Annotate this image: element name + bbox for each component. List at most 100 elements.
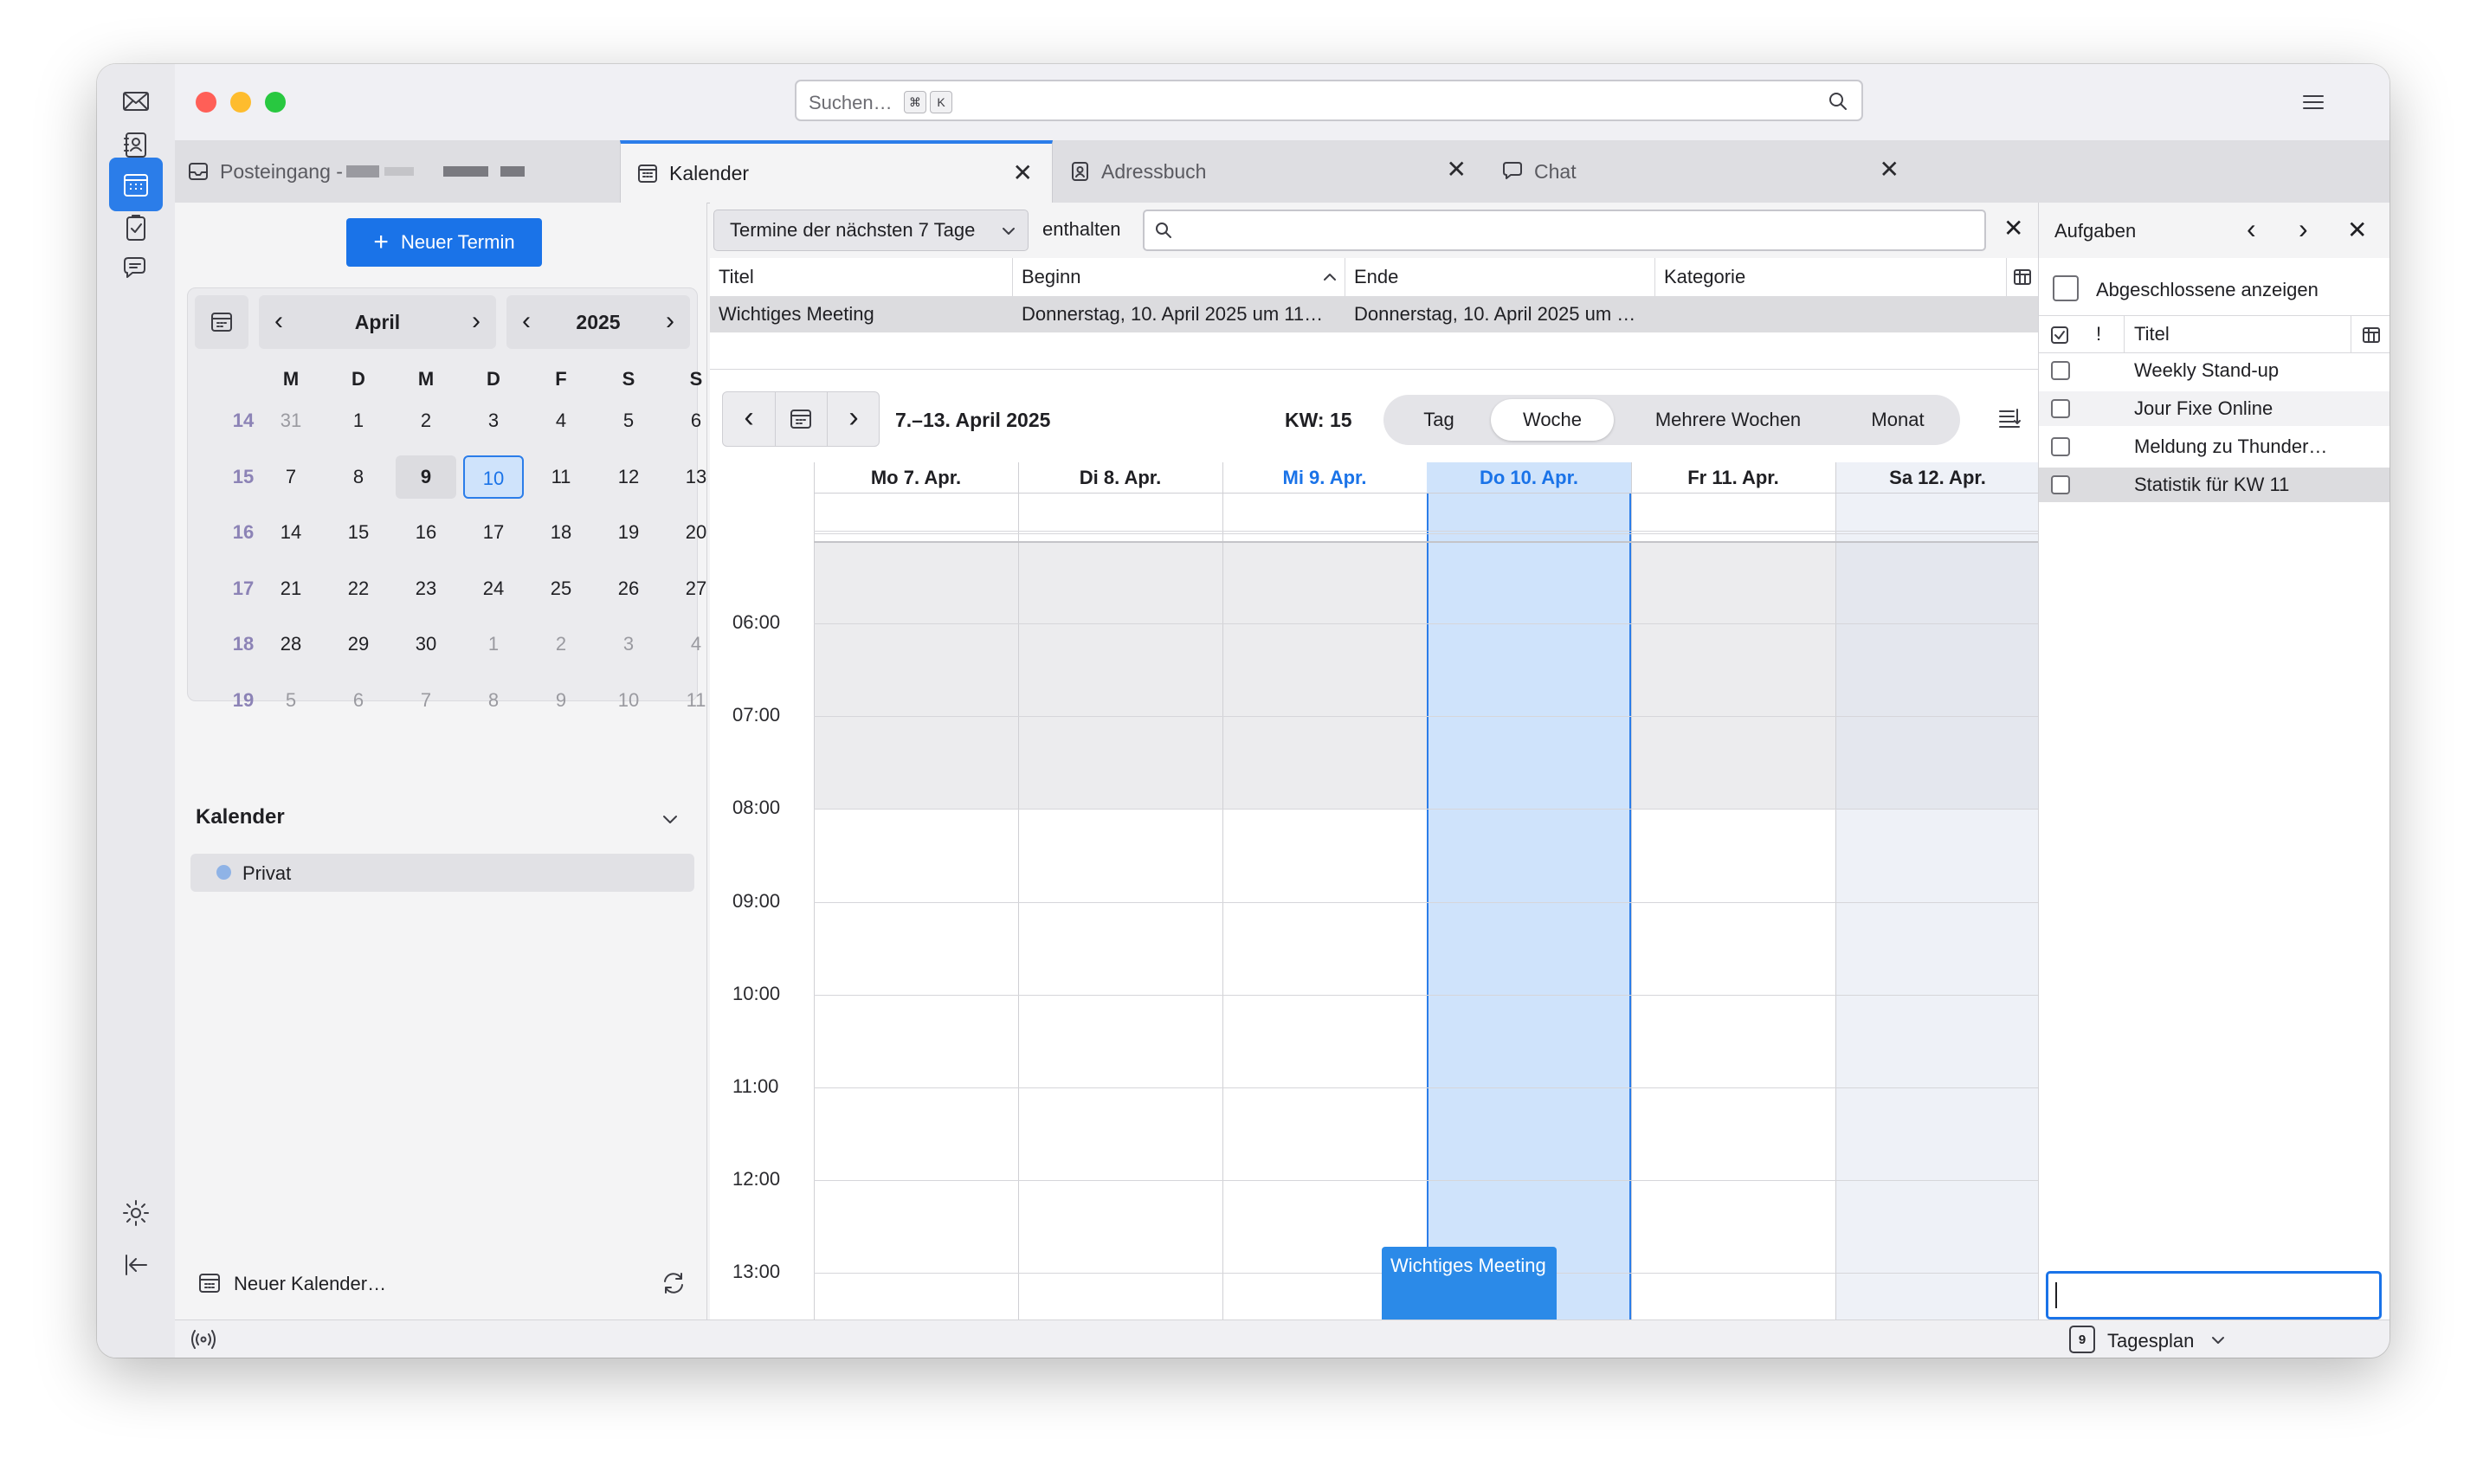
- day-cell[interactable]: 9: [396, 455, 456, 499]
- day-cell[interactable]: 1: [328, 399, 389, 442]
- day-cell[interactable]: 3: [463, 399, 524, 442]
- tab-kalender[interactable]: Kalender ✕: [620, 140, 1053, 203]
- day-cell[interactable]: 21: [261, 567, 321, 610]
- prev-week-icon[interactable]: ‹: [723, 392, 775, 446]
- view-day-button[interactable]: Tag: [1390, 399, 1487, 441]
- event-list-row[interactable]: Wichtiges Meeting Donnerstag, 10. April …: [710, 296, 2038, 332]
- task-row[interactable]: Meldung zu Thunder…: [2039, 429, 2389, 464]
- day-column[interactable]: [1631, 462, 1835, 1319]
- day-cell[interactable]: 10: [463, 455, 524, 499]
- day-cell[interactable]: 11: [531, 455, 591, 499]
- day-cell[interactable]: 17: [463, 511, 524, 554]
- completed-column-icon[interactable]: [2049, 325, 2070, 345]
- task-row[interactable]: Jour Fixe Online: [2039, 391, 2389, 426]
- day-cell[interactable]: 12: [598, 455, 659, 499]
- day-cell[interactable]: 4: [531, 399, 591, 442]
- day-header[interactable]: Di 8. Apr.: [1018, 462, 1222, 494]
- view-week-button[interactable]: Woche: [1491, 399, 1614, 441]
- chevron-down-icon[interactable]: [660, 809, 680, 829]
- column-category[interactable]: Kategorie: [1655, 258, 2007, 296]
- day-column[interactable]: [814, 462, 1018, 1319]
- day-column[interactable]: [1018, 462, 1222, 1319]
- task-row[interactable]: Statistik für KW 11: [2039, 468, 2389, 502]
- event-range-dropdown[interactable]: Termine der nächsten 7 Tage: [713, 210, 1029, 251]
- day-cell[interactable]: 31: [261, 399, 321, 442]
- day-cell[interactable]: 3: [598, 623, 659, 666]
- collapse-spaces-button[interactable]: [109, 1238, 163, 1292]
- day-column[interactable]: [1427, 462, 1631, 1319]
- close-filter-icon[interactable]: ✕: [2003, 213, 2023, 244]
- view-multiweek-button[interactable]: Mehrere Wochen: [1624, 399, 1832, 441]
- view-options-icon[interactable]: [1996, 405, 2022, 431]
- task-checkbox[interactable]: [2051, 475, 2070, 494]
- day-header[interactable]: Mi 9. Apr.: [1222, 462, 1427, 494]
- tab-adressbuch[interactable]: Adressbuch ✕: [1053, 140, 1486, 203]
- day-cell[interactable]: 29: [328, 623, 389, 666]
- event-search-input[interactable]: [1143, 210, 1986, 251]
- prev-day-icon[interactable]: ‹: [2247, 213, 2256, 244]
- sync-icon[interactable]: [660, 1269, 687, 1297]
- day-header[interactable]: Mo 7. Apr.: [814, 462, 1018, 494]
- show-completed-checkbox[interactable]: [2053, 275, 2079, 301]
- column-picker-icon[interactable]: [2012, 267, 2033, 287]
- day-cell[interactable]: 8: [328, 455, 389, 499]
- day-cell[interactable]: 6: [328, 679, 389, 722]
- column-start[interactable]: Beginn: [1013, 258, 1345, 296]
- close-window-button[interactable]: [196, 92, 216, 113]
- close-tab-icon[interactable]: ✕: [1447, 158, 1467, 182]
- day-header[interactable]: Do 10. Apr.: [1427, 462, 1631, 494]
- today-icon[interactable]: [789, 407, 813, 431]
- global-search-input[interactable]: Suchen… ⌘ K: [795, 80, 1863, 121]
- calendar-event[interactable]: Wichtiges Meeting: [1382, 1247, 1557, 1319]
- chat-space-button[interactable]: [109, 242, 163, 296]
- day-cell[interactable]: 25: [531, 567, 591, 610]
- day-cell[interactable]: 16: [396, 511, 456, 554]
- day-cell[interactable]: 24: [463, 567, 524, 610]
- day-cell[interactable]: 14: [261, 511, 321, 554]
- next-month-icon[interactable]: ›: [472, 306, 480, 337]
- column-picker-icon[interactable]: [2361, 325, 2382, 345]
- day-cell[interactable]: 2: [531, 623, 591, 666]
- day-cell[interactable]: 15: [328, 511, 389, 554]
- tab-posteingang[interactable]: Posteingang -: [187, 140, 620, 203]
- task-checkbox[interactable]: [2051, 361, 2070, 380]
- day-cell[interactable]: 22: [328, 567, 389, 610]
- day-cell[interactable]: 7: [261, 455, 321, 499]
- agenda-toggle[interactable]: 9 Tagesplan: [2069, 1326, 2286, 1355]
- priority-column[interactable]: !: [2096, 323, 2101, 345]
- new-calendar-link[interactable]: Neuer Kalender…: [234, 1273, 386, 1295]
- day-cell[interactable]: 2: [396, 399, 456, 442]
- next-day-icon[interactable]: ›: [2299, 213, 2308, 244]
- settings-button[interactable]: [109, 1186, 163, 1240]
- day-cell[interactable]: 30: [396, 623, 456, 666]
- app-menu-icon[interactable]: [2301, 90, 2325, 114]
- day-cell[interactable]: 19: [598, 511, 659, 554]
- day-cell[interactable]: 28: [261, 623, 321, 666]
- day-cell[interactable]: 7: [396, 679, 456, 722]
- next-year-icon[interactable]: ›: [666, 306, 674, 337]
- task-row[interactable]: Weekly Stand-up: [2039, 353, 2389, 388]
- quick-add-task-input[interactable]: [2046, 1271, 2382, 1319]
- day-cell[interactable]: 5: [598, 399, 659, 442]
- tab-chat[interactable]: Chat ✕: [1486, 140, 1919, 203]
- view-month-button[interactable]: Monat: [1842, 399, 1953, 441]
- today-button[interactable]: [195, 295, 248, 349]
- close-pane-icon[interactable]: ✕: [2347, 215, 2367, 246]
- column-end[interactable]: Ende: [1345, 258, 1655, 296]
- day-cell[interactable]: 9: [531, 679, 591, 722]
- day-column[interactable]: [1835, 462, 2038, 1319]
- day-header[interactable]: Fr 11. Apr.: [1631, 462, 1835, 494]
- day-cell[interactable]: 8: [463, 679, 524, 722]
- online-status-icon[interactable]: [190, 1327, 216, 1352]
- title-column[interactable]: Titel: [2134, 323, 2170, 345]
- day-cell[interactable]: 23: [396, 567, 456, 610]
- minimize-window-button[interactable]: [230, 92, 251, 113]
- zoom-window-button[interactable]: [265, 92, 286, 113]
- day-cell[interactable]: 26: [598, 567, 659, 610]
- new-event-button[interactable]: + Neuer Termin: [346, 218, 542, 267]
- day-cell[interactable]: 10: [598, 679, 659, 722]
- close-tab-icon[interactable]: ✕: [1880, 158, 1899, 182]
- day-cell[interactable]: 18: [531, 511, 591, 554]
- day-cell[interactable]: 5: [261, 679, 321, 722]
- calendar-item-privat[interactable]: Privat: [190, 854, 694, 892]
